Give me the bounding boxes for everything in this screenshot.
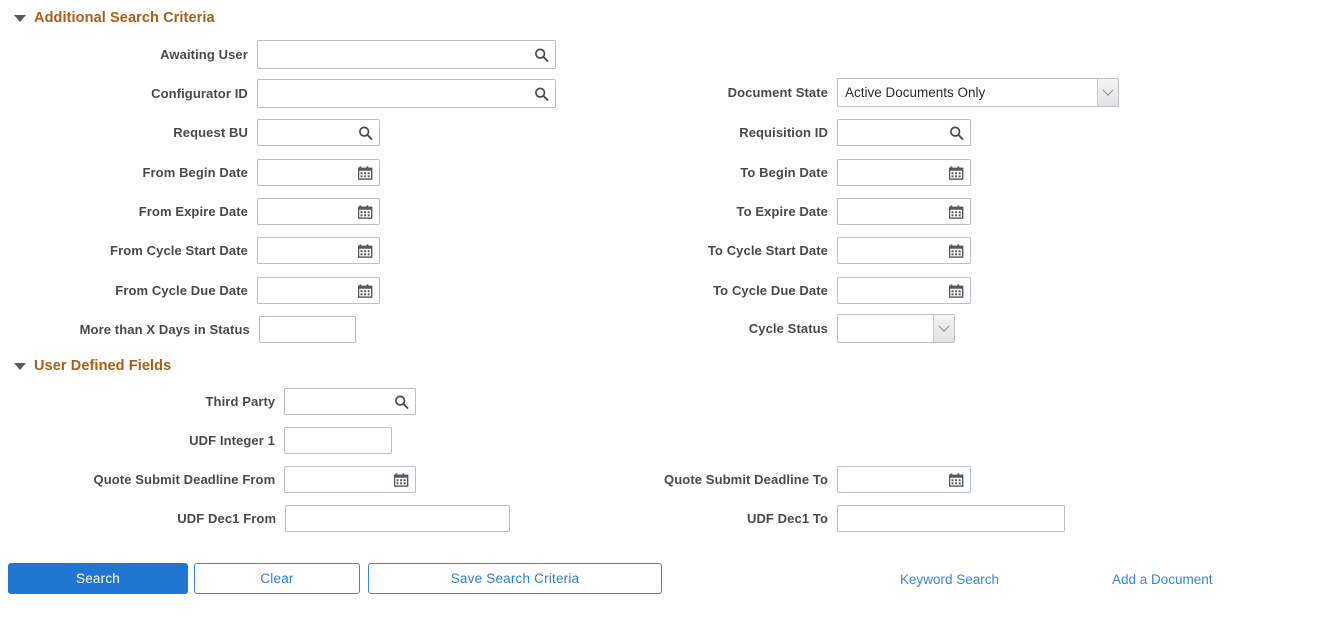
calendar-icon[interactable] — [949, 165, 964, 180]
input-udf-dec1-to[interactable] — [837, 505, 1065, 532]
field-row-to-cycle-start-date: To Cycle Start Date — [600, 237, 972, 264]
triangle-down-icon[interactable] — [14, 363, 26, 370]
field-row-to-expire-date: To Expire Date — [600, 198, 972, 225]
label-requisition-id: Requisition ID — [600, 125, 837, 140]
field-row-more-than-x-days-in-status: More than X Days in Status — [0, 316, 356, 343]
label-to-cycle-start-date: To Cycle Start Date — [600, 243, 837, 258]
add-a-document-link[interactable]: Add a Document — [1112, 572, 1213, 587]
input-more-than-x-days-in-status[interactable] — [259, 316, 356, 343]
label-from-cycle-due-date: From Cycle Due Date — [0, 283, 257, 298]
section-header-additional-search-criteria[interactable]: Additional Search Criteria — [14, 10, 215, 26]
input-quote-submit-deadline-to[interactable] — [837, 466, 971, 493]
label-quote-submit-deadline-from: Quote Submit Deadline From — [0, 472, 284, 487]
label-quote-submit-deadline-to: Quote Submit Deadline To — [600, 472, 837, 487]
field-row-quote-submit-deadline-from: Quote Submit Deadline From — [0, 466, 416, 493]
input-quote-submit-deadline-from[interactable] — [284, 466, 416, 493]
section-header-user-defined-fields[interactable]: User Defined Fields — [14, 358, 171, 374]
input-to-cycle-due-date[interactable] — [837, 277, 971, 304]
input-to-expire-date[interactable] — [837, 198, 971, 225]
field-row-cycle-status: Cycle Status — [600, 314, 956, 343]
label-request-bu: Request BU — [0, 125, 257, 140]
search-icon — [358, 125, 373, 140]
field-row-udf-dec1-from: UDF Dec1 From — [0, 505, 510, 532]
field-row-requisition-id: Requisition ID — [600, 119, 972, 146]
input-to-begin-date[interactable] — [837, 159, 971, 186]
search-icon — [534, 47, 549, 62]
field-row-from-cycle-due-date: From Cycle Due Date — [0, 277, 380, 304]
input-from-cycle-start-date[interactable] — [257, 237, 380, 264]
label-from-begin-date: From Begin Date — [0, 165, 257, 180]
input-from-begin-date[interactable] — [257, 159, 380, 186]
search-icon — [949, 125, 964, 140]
search-icon — [534, 86, 549, 101]
input-awaiting-user[interactable] — [257, 40, 556, 69]
calendar-icon[interactable] — [358, 204, 373, 219]
calendar-icon[interactable] — [358, 243, 373, 258]
dropdown-document-state[interactable]: Active Documents Only — [837, 78, 1119, 107]
label-udf-dec1-to: UDF Dec1 To — [600, 511, 837, 526]
field-row-document-state: Document State Active Documents Only — [600, 78, 1120, 107]
label-awaiting-user: Awaiting User — [0, 47, 257, 62]
input-to-cycle-start-date[interactable] — [837, 237, 971, 264]
dropdown-cycle-status[interactable] — [837, 314, 955, 343]
field-row-to-begin-date: To Begin Date — [600, 159, 972, 186]
section-title-user-defined-fields: User Defined Fields — [34, 358, 171, 374]
calendar-icon[interactable] — [358, 283, 373, 298]
label-third-party: Third Party — [0, 394, 284, 409]
calendar-icon[interactable] — [394, 472, 409, 487]
field-row-from-expire-date: From Expire Date — [0, 198, 380, 225]
input-from-cycle-due-date[interactable] — [257, 277, 380, 304]
label-document-state: Document State — [600, 85, 837, 100]
input-request-bu[interactable] — [257, 119, 380, 146]
field-row-udf-dec1-to: UDF Dec1 To — [600, 505, 1066, 532]
keyword-search-link[interactable]: Keyword Search — [900, 572, 999, 587]
field-row-awaiting-user: Awaiting User — [0, 40, 556, 69]
label-more-than-x-days-in-status: More than X Days in Status — [0, 322, 259, 337]
input-configurator-id[interactable] — [257, 79, 556, 108]
calendar-icon[interactable] — [949, 204, 964, 219]
field-row-third-party: Third Party — [0, 388, 416, 415]
field-row-from-cycle-start-date: From Cycle Start Date — [0, 237, 380, 264]
label-udf-dec1-from: UDF Dec1 From — [0, 511, 285, 526]
search-button[interactable]: Search — [8, 563, 188, 594]
field-row-request-bu: Request BU — [0, 119, 380, 146]
field-row-to-cycle-due-date: To Cycle Due Date — [600, 277, 972, 304]
field-row-from-begin-date: From Begin Date — [0, 159, 380, 186]
chevron-down-icon[interactable] — [933, 315, 954, 342]
label-to-cycle-due-date: To Cycle Due Date — [600, 283, 837, 298]
label-to-begin-date: To Begin Date — [600, 165, 837, 180]
clear-button[interactable]: Clear — [194, 563, 360, 594]
input-third-party[interactable] — [284, 388, 416, 415]
label-to-expire-date: To Expire Date — [600, 204, 837, 219]
field-row-configurator-id: Configurator ID — [0, 79, 556, 108]
save-search-criteria-button[interactable]: Save Search Criteria — [368, 563, 662, 594]
label-from-expire-date: From Expire Date — [0, 204, 257, 219]
input-from-expire-date[interactable] — [257, 198, 380, 225]
triangle-down-icon[interactable] — [14, 15, 26, 22]
search-icon — [394, 394, 409, 409]
label-cycle-status: Cycle Status — [600, 321, 837, 336]
label-configurator-id: Configurator ID — [0, 86, 257, 101]
dropdown-document-state-value: Active Documents Only — [838, 85, 985, 100]
chevron-down-icon[interactable] — [1097, 79, 1118, 106]
calendar-icon[interactable] — [949, 243, 964, 258]
input-udf-integer-1[interactable] — [284, 427, 392, 454]
input-requisition-id[interactable] — [837, 119, 971, 146]
label-from-cycle-start-date: From Cycle Start Date — [0, 243, 257, 258]
input-udf-dec1-from[interactable] — [285, 505, 510, 532]
field-row-quote-submit-deadline-to: Quote Submit Deadline To — [600, 466, 972, 493]
section-title-additional-search-criteria: Additional Search Criteria — [34, 10, 215, 26]
label-udf-integer-1: UDF Integer 1 — [0, 433, 284, 448]
field-row-udf-integer-1: UDF Integer 1 — [0, 427, 392, 454]
calendar-icon[interactable] — [949, 283, 964, 298]
calendar-icon[interactable] — [949, 472, 964, 487]
calendar-icon[interactable] — [358, 165, 373, 180]
